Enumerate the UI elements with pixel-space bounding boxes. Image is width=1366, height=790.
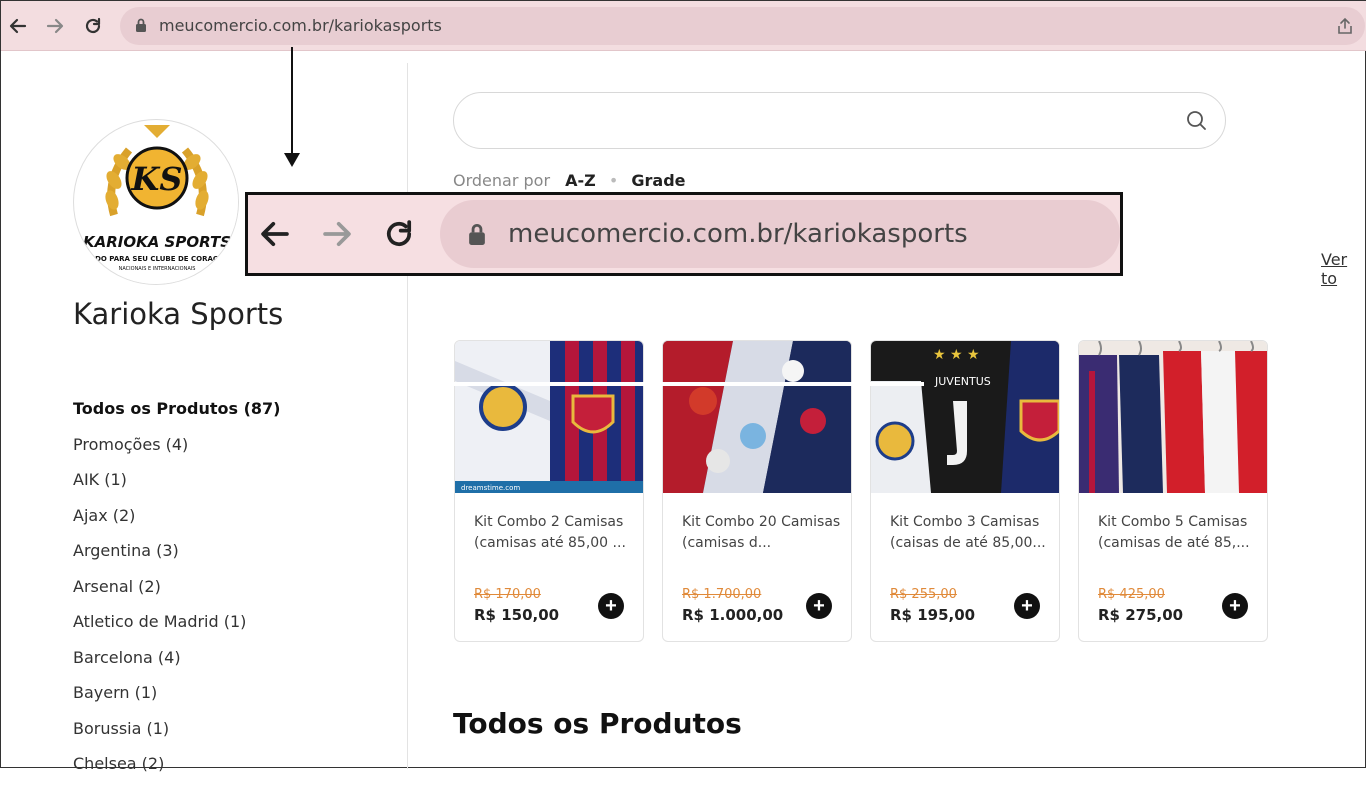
share-icon[interactable] [1335,16,1355,36]
category-item-ajax[interactable]: Ajax (2) [73,506,280,542]
product-old-price: R$ 255,00 [890,587,957,602]
product-price: R$ 195,00 [890,606,976,624]
product-price: R$ 1.000,00 [682,606,784,624]
product-title[interactable]: Kit Combo 2 Camisas (camisas até 85,00 .… [474,512,634,554]
category-item-bayern[interactable]: Bayern (1) [73,683,280,719]
annotation-arrow [291,47,293,157]
arrow-left-icon [261,221,289,247]
store-logo[interactable]: KS KARIOKA SPORTS TUDO PARA SEU CLUBE DE… [73,119,239,285]
see-all-link[interactable]: Ver to [1321,250,1365,288]
view-mode-select[interactable]: Grade [631,171,685,190]
product-old-price: R$ 1.700,00 [682,587,762,602]
product-old-price: R$ 170,00 [474,587,541,602]
product-image [1079,341,1267,493]
back-button[interactable] [6,14,30,38]
product-title[interactable]: Kit Combo 5 Camisas (camisas de até 85,.… [1098,512,1258,554]
product-old-price: R$ 425,00 [1098,587,1165,602]
category-item-arsenal[interactable]: Arsenal (2) [73,577,280,613]
zoomed-url-text: meucomercio.com.br/kariokasports [508,219,968,249]
product-image: ★ ★ ★ JUVENTUS [871,341,1059,493]
add-to-cart-button[interactable]: + [598,593,624,619]
category-item-chelsea[interactable]: Chelsea (2) [73,754,280,790]
sort-separator: • [608,171,619,190]
plus-icon: + [1229,595,1241,617]
category-item-promocoes[interactable]: Promoções (4) [73,435,280,471]
category-item-borussia[interactable]: Borussia (1) [73,719,280,755]
annotation-arrow-head [284,153,300,167]
image-label: JUVENTUS [934,375,991,388]
plus-icon: + [1021,595,1033,617]
plus-icon: + [813,595,825,617]
search-icon[interactable] [1185,109,1209,133]
arrow-right-icon [323,221,351,247]
section-title-all-products: Todos os Produtos [453,707,742,740]
category-list: Todos os Produtos (87) Promoções (4) AIK… [73,399,280,790]
logo-brand: KARIOKA SPORTS [83,233,231,251]
logo-tagline: TUDO PARA SEU CLUBE DE CORAÇÃO [85,254,230,263]
lock-icon [469,223,485,245]
reload-icon [85,17,101,34]
forward-button[interactable] [43,14,67,38]
sort-label: Ordenar por [453,171,551,190]
sort-order-select[interactable]: A-Z [565,171,596,190]
add-to-cart-button[interactable]: + [1014,593,1040,619]
store-name: Karioka Sports [73,297,284,331]
product-price: R$ 150,00 [474,606,560,624]
stars-icon: ★ ★ ★ [933,347,980,363]
lock-icon [136,18,146,32]
product-image: dreamstime.com [455,341,643,493]
address-bar-url: meucomercio.com.br/kariokasports [159,16,442,35]
plus-icon: + [605,595,617,617]
sidebar-divider [407,63,408,769]
category-item-barcelona[interactable]: Barcelona (4) [73,648,280,684]
logo-monogram: KS [131,160,183,198]
product-price: R$ 275,00 [1098,606,1184,624]
karioka-sports-logo-icon: KS KARIOKA SPORTS TUDO PARA SEU CLUBE DE… [75,121,238,284]
category-item-todos[interactable]: Todos os Produtos (87) [73,399,280,435]
image-watermark: dreamstime.com [461,484,520,492]
search-input[interactable] [453,92,1226,149]
add-to-cart-button[interactable]: + [1222,593,1248,619]
browser-toolbar: meucomercio.com.br/kariokasports [1,1,1366,51]
arrow-right-icon [46,18,64,34]
add-to-cart-button[interactable]: + [806,593,832,619]
product-image [663,341,851,493]
category-item-atletico[interactable]: Atletico de Madrid (1) [73,612,280,648]
zoomed-address-bar-callout: meucomercio.com.br/kariokasports [245,192,1123,276]
category-item-argentina[interactable]: Argentina (3) [73,541,280,577]
arrow-left-icon [9,18,27,34]
product-title[interactable]: Kit Combo 20 Camisas (camisas d... [682,512,842,554]
category-item-aik[interactable]: AIK (1) [73,470,280,506]
reload-icon [386,220,412,247]
product-card[interactable]: Kit Combo 5 Camisas (camisas de até 85,.… [1078,340,1268,642]
logo-tagline-2: NACIONAIS E INTERNACIONAIS [119,266,196,272]
sort-bar: Ordenar por A-Z • Grade [453,171,686,190]
reload-button[interactable] [81,14,105,38]
product-title[interactable]: Kit Combo 3 Camisas (caisas de até 85,00… [890,512,1050,554]
image-overlay-line [454,382,924,386]
